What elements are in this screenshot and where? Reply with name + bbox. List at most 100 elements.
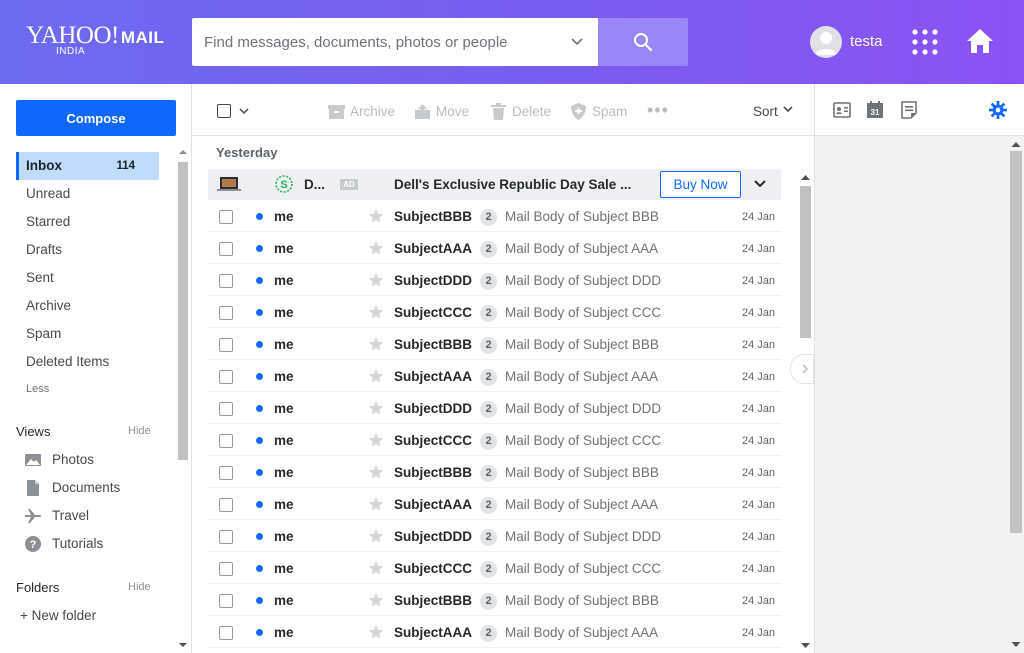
sidebar-less-link[interactable]: Less <box>26 383 49 395</box>
compose-button[interactable]: Compose <box>16 100 176 136</box>
views-hide-link[interactable]: Hide <box>128 425 151 437</box>
message-checkbox[interactable] <box>219 306 233 320</box>
more-actions-button[interactable]: ••• <box>647 100 669 121</box>
sidebar-item-archive[interactable]: Archive <box>16 292 159 320</box>
unread-dot-icon[interactable] <box>256 405 263 412</box>
star-icon[interactable] <box>368 304 384 320</box>
search-input[interactable] <box>204 18 564 66</box>
star-icon[interactable] <box>368 464 384 480</box>
select-all-checkbox[interactable] <box>217 104 231 118</box>
message-checkbox[interactable] <box>219 242 233 256</box>
thread-count-badge: 2 <box>480 561 498 578</box>
unread-dot-icon[interactable] <box>256 245 263 252</box>
unread-dot-icon[interactable] <box>256 437 263 444</box>
message-checkbox[interactable] <box>219 530 233 544</box>
message-row[interactable]: me SubjectAAA 2 Mail Body of Subject AAA 24 … <box>208 488 781 520</box>
settings-icon[interactable] <box>989 101 1007 119</box>
message-checkbox[interactable] <box>219 402 233 416</box>
star-icon[interactable] <box>368 592 384 608</box>
message-row[interactable]: me SubjectDDD 2 Mail Body of Subject DDD 24 … <box>208 264 781 296</box>
home-icon[interactable] <box>966 27 994 55</box>
unread-dot-icon[interactable] <box>256 597 263 604</box>
message-subject: SubjectAAA <box>394 241 473 256</box>
message-checkbox[interactable] <box>219 594 233 608</box>
ad-expand-chevron-icon[interactable] <box>754 179 766 189</box>
message-row[interactable]: me SubjectAAA 2 Mail Body of Subject AAA 24 … <box>208 360 781 392</box>
unread-dot-icon[interactable] <box>256 213 263 220</box>
unread-dot-icon[interactable] <box>256 341 263 348</box>
message-row[interactable]: me SubjectAAA 2 Mail Body of Subject AAA 24 … <box>208 616 781 648</box>
message-checkbox[interactable] <box>219 626 233 640</box>
new-folder-link[interactable]: + New folder <box>20 608 96 623</box>
message-checkbox[interactable] <box>219 370 233 384</box>
message-row[interactable]: me SubjectCCC 2 Mail Body of Subject CCC 24 … <box>208 296 781 328</box>
sidebar-item-sent[interactable]: Sent <box>16 264 159 292</box>
yahoo-mail-logo[interactable]: YAHOO! MAIL INDIA <box>26 22 164 57</box>
sidebar-scrollbar-thumb[interactable] <box>178 162 188 460</box>
star-icon[interactable] <box>368 208 384 224</box>
star-icon[interactable] <box>368 368 384 384</box>
sidebar-item-inbox[interactable]: Inbox 114 <box>16 152 159 180</box>
message-checkbox[interactable] <box>219 338 233 352</box>
message-row[interactable]: me SubjectDDD 2 Mail Body of Subject DDD 24 … <box>208 392 781 424</box>
unread-dot-icon[interactable] <box>256 277 263 284</box>
apps-grid-icon[interactable] <box>912 29 938 55</box>
right-rail-scrollbar-thumb[interactable] <box>1010 151 1022 533</box>
star-icon[interactable] <box>368 560 384 576</box>
unread-dot-icon[interactable] <box>256 309 263 316</box>
message-checkbox[interactable] <box>219 498 233 512</box>
message-row[interactable]: me SubjectBBB 2 Mail Body of Subject BBB 24 … <box>208 584 781 616</box>
select-options-chevron-icon[interactable] <box>239 106 249 116</box>
sort-button[interactable]: Sort <box>753 104 778 119</box>
star-icon[interactable] <box>368 496 384 512</box>
calendar-icon[interactable]: 31 <box>866 101 884 119</box>
star-icon[interactable] <box>368 240 384 256</box>
sidebar-item-drafts[interactable]: Drafts <box>16 236 159 264</box>
message-checkbox[interactable] <box>219 274 233 288</box>
unread-dot-icon[interactable] <box>256 533 263 540</box>
folders-hide-link[interactable]: Hide <box>128 581 151 593</box>
message-checkbox[interactable] <box>219 562 233 576</box>
message-checkbox[interactable] <box>219 466 233 480</box>
message-row[interactable]: me SubjectBBB 2 Mail Body of Subject BBB 24 … <box>208 456 781 488</box>
star-icon[interactable] <box>368 272 384 288</box>
unread-dot-icon[interactable] <box>256 469 263 476</box>
message-checkbox[interactable] <box>219 434 233 448</box>
sponsored-message-row[interactable]: S D... AD Dell's Exclusive Republic Day … <box>208 169 781 200</box>
notepad-icon[interactable] <box>900 101 918 119</box>
message-row[interactable]: me SubjectCCC 2 Mail Body of Subject CCC 24 … <box>208 424 781 456</box>
message-sender: me <box>274 305 294 320</box>
message-snippet: Mail Body of Subject BBB <box>505 209 659 224</box>
message-row[interactable]: me SubjectCCC 2 Mail Body of Subject CCC 24 … <box>208 552 781 584</box>
message-row[interactable]: me SubjectAAA 2 Mail Body of Subject AAA 24 … <box>208 232 781 264</box>
message-row[interactable]: me SubjectBBB 2 Mail Body of Subject BBB 24 … <box>208 200 781 232</box>
search-bar <box>192 18 598 66</box>
sidebar-item-deleted-items[interactable]: Deleted Items <box>16 348 159 376</box>
message-row[interactable]: me SubjectDDD 2 Mail Body of Subject DDD 24 … <box>208 520 781 552</box>
message-subject-line: SubjectDDD 2 Mail Body of Subject DDD <box>394 529 661 546</box>
sidebar-item-starred[interactable]: Starred <box>16 208 159 236</box>
username[interactable]: testa <box>850 33 883 50</box>
sidebar-item-unread[interactable]: Unread <box>16 180 159 208</box>
user-avatar[interactable] <box>810 26 842 58</box>
message-row[interactable]: me SubjectBBB 2 Mail Body of Subject BBB 24 … <box>208 328 781 360</box>
star-icon[interactable] <box>368 528 384 544</box>
message-checkbox[interactable] <box>219 210 233 224</box>
unread-dot-icon[interactable] <box>256 373 263 380</box>
sort-chevron-icon[interactable] <box>782 105 794 115</box>
unread-dot-icon[interactable] <box>256 565 263 572</box>
star-icon[interactable] <box>368 624 384 640</box>
unread-dot-icon[interactable] <box>256 501 263 508</box>
star-icon[interactable] <box>368 336 384 352</box>
message-subject-line: SubjectAAA 2 Mail Body of Subject AAA <box>394 241 658 258</box>
star-icon[interactable] <box>368 400 384 416</box>
search-button[interactable] <box>598 18 688 66</box>
sidebar-item-spam[interactable]: Spam <box>16 320 159 348</box>
search-options-chevron-icon[interactable] <box>570 35 584 49</box>
collapse-pane-toggle[interactable] <box>790 354 814 384</box>
contacts-icon[interactable] <box>833 101 851 119</box>
buy-now-button[interactable]: Buy Now <box>660 171 741 198</box>
star-icon[interactable] <box>368 432 384 448</box>
message-list-scrollbar-thumb[interactable] <box>800 186 811 338</box>
unread-dot-icon[interactable] <box>256 629 263 636</box>
